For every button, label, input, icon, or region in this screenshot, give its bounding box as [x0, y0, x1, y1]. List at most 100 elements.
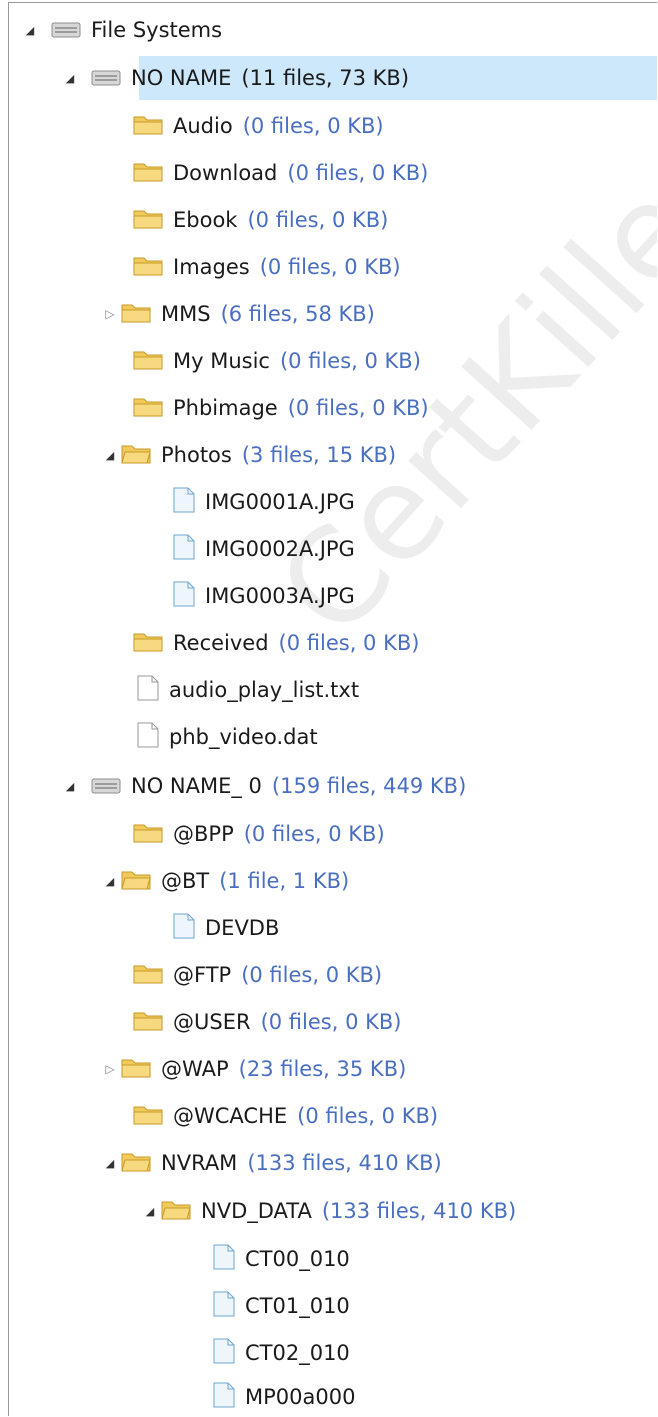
folder-meta: (0 files, 0 KB) — [242, 114, 384, 138]
folder-icon — [121, 1056, 151, 1083]
file-name: CT02_010 — [245, 1341, 350, 1365]
folder-icon — [133, 160, 163, 187]
file-row[interactable]: CT01_010 — [201, 1286, 350, 1326]
folder-row[interactable]: Received (0 files, 0 KB) — [121, 623, 419, 663]
folder-row[interactable]: ◢ Photos (3 files, 15 KB) — [101, 435, 396, 475]
file-row[interactable]: phb_video.dat — [121, 717, 318, 757]
file-row[interactable]: IMG0002A.JPG — [161, 529, 355, 569]
folder-row[interactable]: @USER (0 files, 0 KB) — [121, 1002, 401, 1042]
folder-meta: (133 files, 410 KB) — [321, 1199, 517, 1223]
folder-row[interactable]: ◢ NVRAM (133 files, 410 KB) — [101, 1143, 442, 1183]
folder-meta: (6 files, 58 KB) — [220, 302, 375, 326]
folder-icon — [133, 1009, 163, 1036]
file-row[interactable]: IMG0003A.JPG — [161, 576, 355, 616]
folder-name: @BT — [161, 869, 210, 893]
folder-row[interactable]: @FTP (0 files, 0 KB) — [121, 955, 382, 995]
file-name: CT01_010 — [245, 1294, 350, 1318]
folder-row[interactable]: Download (0 files, 0 KB) — [121, 153, 428, 193]
file-icon — [173, 913, 195, 944]
file-row[interactable]: DEVDB — [161, 908, 279, 948]
file-row[interactable]: audio_play_list.txt — [121, 670, 359, 710]
tree-root[interactable]: ◢ File Systems — [21, 10, 222, 50]
data-file-icon — [137, 722, 159, 753]
folder-row[interactable]: My Music (0 files, 0 KB) — [121, 341, 421, 381]
collapse-arrow-icon[interactable]: ▷ — [101, 1060, 119, 1078]
folder-icon — [133, 254, 163, 281]
folder-row[interactable]: Ebook (0 files, 0 KB) — [121, 200, 388, 240]
file-tree-panel: CertKille ◢ File Systems ◢ NO NAME (11 f… — [8, 2, 657, 1416]
folder-row[interactable]: Audio (0 files, 0 KB) — [121, 106, 384, 146]
tree-volume-no-name[interactable]: ◢ NO NAME (11 files, 73 KB) — [61, 56, 657, 100]
folder-meta: (0 files, 0 KB) — [259, 255, 401, 279]
folder-name: Download — [173, 161, 278, 185]
folder-name: @USER — [173, 1010, 251, 1034]
folder-meta: (0 files, 0 KB) — [260, 1010, 402, 1034]
folder-row[interactable]: Images (0 files, 0 KB) — [121, 247, 401, 287]
folder-name: Ebook — [173, 208, 238, 232]
expand-arrow-icon[interactable]: ◢ — [141, 1202, 159, 1220]
file-name: phb_video.dat — [169, 725, 318, 749]
folder-icon — [133, 113, 163, 140]
folder-meta: (0 files, 0 KB) — [278, 631, 420, 655]
expand-arrow-icon[interactable]: ◢ — [61, 777, 79, 795]
folder-name: My Music — [173, 349, 270, 373]
folder-meta: (0 files, 0 KB) — [287, 396, 429, 420]
file-icon — [213, 1382, 235, 1413]
folder-row[interactable]: Phbimage (0 files, 0 KB) — [121, 388, 429, 428]
collapse-arrow-icon[interactable]: ▷ — [101, 305, 119, 323]
folder-icon — [121, 301, 151, 328]
folder-name: Received — [173, 631, 269, 655]
folder-meta: (0 files, 0 KB) — [241, 963, 383, 987]
folder-name: Images — [173, 255, 250, 279]
file-name: audio_play_list.txt — [169, 678, 360, 702]
expand-arrow-icon[interactable]: ◢ — [61, 69, 79, 87]
file-icon — [213, 1338, 235, 1369]
file-icon — [213, 1244, 235, 1275]
image-file-icon — [173, 581, 195, 612]
folder-meta: (133 files, 410 KB) — [247, 1151, 442, 1175]
folder-open-icon — [161, 1198, 191, 1225]
drive-icon — [51, 18, 81, 43]
image-file-icon — [173, 487, 195, 518]
file-name: IMG0002A.JPG — [205, 537, 355, 561]
folder-icon — [133, 821, 163, 848]
file-row[interactable]: IMG0001A.JPG — [161, 482, 355, 522]
folder-name: @WAP — [161, 1057, 229, 1081]
folder-row[interactable]: ◢ @BT (1 file, 1 KB) — [101, 861, 349, 901]
volume-name: NO NAME_ 0 — [131, 774, 262, 798]
file-row[interactable]: CT00_010 — [201, 1239, 350, 1279]
folder-name: @BPP — [173, 822, 234, 846]
folder-meta: (0 files, 0 KB) — [243, 822, 385, 846]
folder-meta: (3 files, 15 KB) — [241, 443, 397, 467]
folder-row[interactable]: ▷ MMS (6 files, 58 KB) — [101, 294, 375, 334]
file-row[interactable]: MP00a000 — [201, 1377, 355, 1416]
folder-open-icon — [121, 442, 151, 469]
expand-arrow-icon[interactable]: ◢ — [21, 21, 39, 39]
folder-row[interactable]: ▷ @WAP (23 files, 35 KB) — [101, 1049, 406, 1089]
image-file-icon — [173, 534, 195, 565]
file-name: IMG0001A.JPG — [205, 490, 355, 514]
expand-arrow-icon[interactable]: ◢ — [101, 872, 119, 890]
folder-row[interactable]: ◢ NVD_DATA (133 files, 410 KB) — [141, 1191, 516, 1231]
text-file-icon — [137, 675, 159, 706]
file-name: DEVDB — [205, 916, 280, 940]
folder-icon — [133, 630, 163, 657]
file-icon — [213, 1291, 235, 1322]
file-name: IMG0003A.JPG — [205, 584, 355, 608]
folder-row[interactable]: @BPP (0 files, 0 KB) — [121, 814, 385, 854]
folder-name: NVD_DATA — [201, 1199, 312, 1223]
folder-meta: (0 files, 0 KB) — [247, 208, 389, 232]
folder-name: Photos — [161, 443, 232, 467]
volume-meta: (11 files, 73 KB) — [241, 66, 410, 90]
folder-icon — [133, 395, 163, 422]
folder-name: Phbimage — [173, 396, 278, 420]
expand-arrow-icon[interactable]: ◢ — [101, 446, 119, 464]
folder-name: NVRAM — [161, 1151, 238, 1175]
file-row[interactable]: CT02_010 — [201, 1333, 350, 1373]
tree-volume-no-name-0[interactable]: ◢ NO NAME_ 0 (159 files, 449 KB) — [61, 766, 467, 806]
folder-open-icon — [121, 1150, 151, 1177]
folder-row[interactable]: @WCACHE (0 files, 0 KB) — [121, 1096, 438, 1136]
file-name: CT00_010 — [245, 1247, 350, 1271]
folder-name: @FTP — [173, 963, 232, 987]
expand-arrow-icon[interactable]: ◢ — [101, 1154, 119, 1172]
